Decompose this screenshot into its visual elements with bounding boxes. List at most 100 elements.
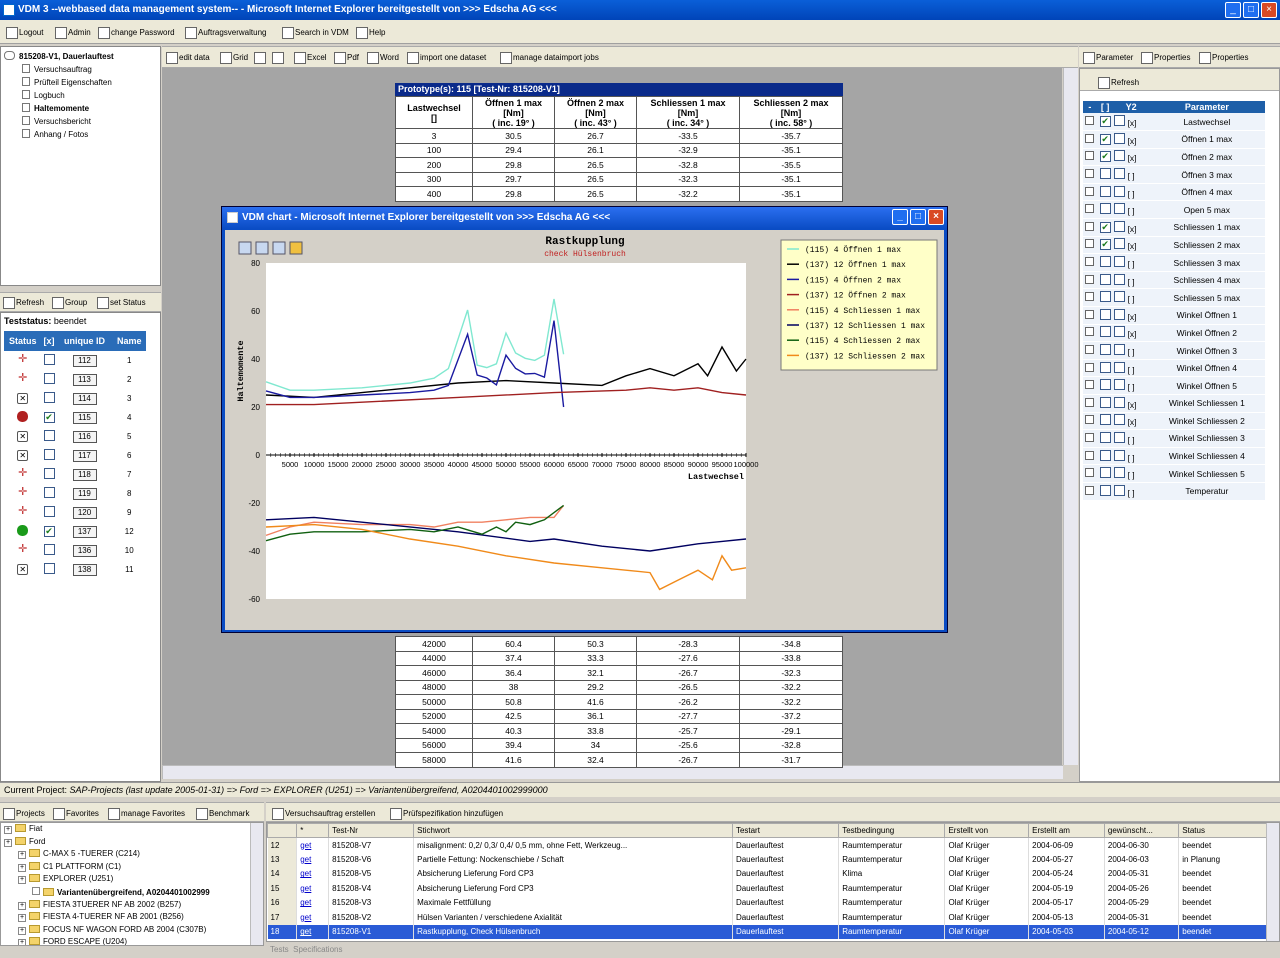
pdf-button[interactable]: Pdf [334,52,359,64]
parameter-checkbox[interactable]: ✔ [1099,133,1111,145]
tab-benchmark[interactable]: Benchmark [196,808,249,820]
import-dataset-button[interactable]: import one dataset [407,52,486,64]
expand-icon[interactable]: + [18,926,26,935]
parameter-checkbox[interactable] [1099,185,1111,197]
y2-checkbox[interactable] [1113,150,1125,162]
y2-checkbox[interactable] [1113,344,1125,356]
edit-icon[interactable] [1085,169,1095,179]
excel-button[interactable]: Excel [294,52,327,64]
parameter-checkbox[interactable] [1099,484,1111,496]
parameter-checkbox[interactable] [1099,449,1111,461]
edit-icon[interactable] [1085,274,1095,284]
parameter-row[interactable]: ✔ [x] Öffnen 1 max [1083,130,1265,149]
edit-icon[interactable] [1085,415,1095,425]
y2-checkbox[interactable] [1113,308,1125,320]
edit-icon[interactable] [1085,380,1095,390]
change-password-button[interactable]: change Password [98,27,175,39]
grid-button[interactable]: Grid [220,52,248,64]
add-spec-button[interactable]: Prüfspezifikation hinzufügen [390,808,503,820]
tree-item-versuchsauftrag[interactable]: Versuchsauftrag [4,64,157,77]
project-tree-item[interactable]: + Fiat [4,824,260,837]
row-checkbox[interactable] [43,354,55,365]
parameter-checkbox[interactable] [1099,414,1111,426]
close-button[interactable]: × [1261,2,1277,18]
parameter-row[interactable]: [ ] Winkel Öffnen 5 [1083,376,1265,395]
data-row[interactable]: 100 29.4 26.1 -32.9 -35.1 [395,142,843,158]
parameter-checkbox[interactable] [1099,203,1111,215]
y2-checkbox[interactable] [1113,449,1125,461]
edit-icon[interactable] [1085,468,1095,478]
parameter-checkbox[interactable] [1099,396,1111,408]
col-minus[interactable]: - [1083,101,1097,113]
data-row[interactable]: 200 29.8 26.5 -32.8 -35.5 [395,157,843,173]
tab-specifications[interactable]: Specifications [293,945,342,954]
project-tree-item[interactable]: + FIESTA 4-TUERER NF AB 2001 (B256) [4,912,260,925]
parameter-checkbox[interactable] [1099,326,1111,338]
auftragsverwaltung-button[interactable]: Auftragsverwaltung [185,27,266,39]
tests-row[interactable]: 16 get 815208-V3 Maximale Fettfüllung Dauerl… [267,895,1267,910]
status-row[interactable]: ✕ 138 11 [4,560,146,579]
status-row[interactable]: ✔ 137 12 [4,522,146,541]
status-row[interactable]: ✛ 113 2 [4,370,146,389]
admin-button[interactable]: Admin [55,27,91,39]
manage-import-button[interactable]: manage dataimport jobs [500,52,599,64]
parameter-row[interactable]: [ ] Winkel Öffnen 4 [1083,359,1265,378]
edit-data-button[interactable]: edit data [166,52,210,64]
expand-icon[interactable]: + [4,838,12,847]
y2-checkbox[interactable] [1113,431,1125,443]
parameter-row[interactable]: [ ] Winkel Schliessen 3 [1083,429,1265,448]
edit-icon[interactable] [1085,186,1095,196]
get-link[interactable]: get [296,895,330,910]
tests-row[interactable]: 12 get 815208-V7 misalignment: 0,2/ 0,3/ 0,… [267,837,1267,852]
project-tree-item[interactable]: Variantenübergreifend, A0204401002999 [4,886,260,900]
project-tree-item[interactable]: + C-MAX 5 -TUERER (C214) [4,849,260,862]
col-y2[interactable]: Y2 [1113,101,1149,113]
col-header[interactable]: Schliessen 2 max [Nm]( inc. 58° ) [739,96,843,129]
tests-col-header[interactable]: Stichwort [413,823,733,838]
tree-item-logbuch[interactable]: Logbuch [4,90,157,103]
tests-row[interactable]: 17 get 815208-V2 Hülsen Varianten / verschi… [267,910,1267,925]
y2-checkbox[interactable] [1113,396,1125,408]
parameter-checkbox[interactable] [1099,168,1111,180]
edit-icon[interactable] [1085,485,1095,495]
parameter-checkbox[interactable]: ✔ [1099,221,1111,233]
data-row[interactable]: 300 29.7 26.5 -32.3 -35.1 [395,171,843,187]
row-checkbox[interactable] [43,563,55,574]
tests-row[interactable]: 13 get 815208-V6 Partielle Fettung: Nockens… [267,852,1267,867]
y2-checkbox[interactable] [1113,379,1125,391]
row-checkbox[interactable] [43,430,55,441]
tests-col-header[interactable]: Testbedingung [838,823,946,838]
row-checkbox[interactable] [43,449,55,460]
status-row[interactable]: ✕ 116 5 [4,427,146,446]
col-header[interactable]: Öffnen 2 max [Nm]( inc. 43° ) [554,96,637,129]
parameter-row[interactable]: [ ] Winkel Schliessen 4 [1083,447,1265,466]
expand-icon[interactable] [32,886,40,895]
project-tree-item[interactable]: + EXPLORER (U251) [4,874,260,887]
parameter-row[interactable]: ✔ [x] Schliessen 1 max [1083,218,1265,237]
y2-checkbox[interactable] [1113,484,1125,496]
status-row[interactable]: ✕ 114 3 [4,389,146,408]
row-checkbox[interactable] [43,506,55,517]
parameter-checkbox[interactable] [1099,379,1111,391]
row-checkbox[interactable] [43,487,55,498]
y2-checkbox[interactable] [1113,361,1125,373]
status-row[interactable]: ✛ 119 8 [4,484,146,503]
parameter-row[interactable]: ✔ [x] Lastwechsel [1083,113,1265,132]
edit-icon[interactable] [1085,221,1095,231]
y2-checkbox[interactable] [1113,291,1125,303]
tests-col-header[interactable]: Testart [731,823,840,838]
tests-col-header[interactable] [267,823,298,838]
parameter-checkbox[interactable] [1099,291,1111,303]
y2-checkbox[interactable] [1113,115,1125,127]
get-link[interactable]: get [296,837,330,852]
parameter-checkbox[interactable]: ✔ [1099,116,1111,128]
parameter-checkbox[interactable]: ✔ [1099,151,1111,163]
tab-projects[interactable]: Projects [3,808,45,820]
parameter-row[interactable]: [ ] Öffnen 3 max [1083,165,1265,184]
project-tree-item[interactable]: + FIESTA 3TUERER NF AB 2002 (B257) [4,899,260,913]
tree-item-haltemomente[interactable]: Haltemomente [4,103,157,116]
col-check[interactable]: [ ] [1096,101,1114,113]
edit-icon[interactable] [1085,309,1095,319]
parameter-checkbox[interactable] [1099,467,1111,479]
row-checkbox[interactable] [43,392,55,403]
